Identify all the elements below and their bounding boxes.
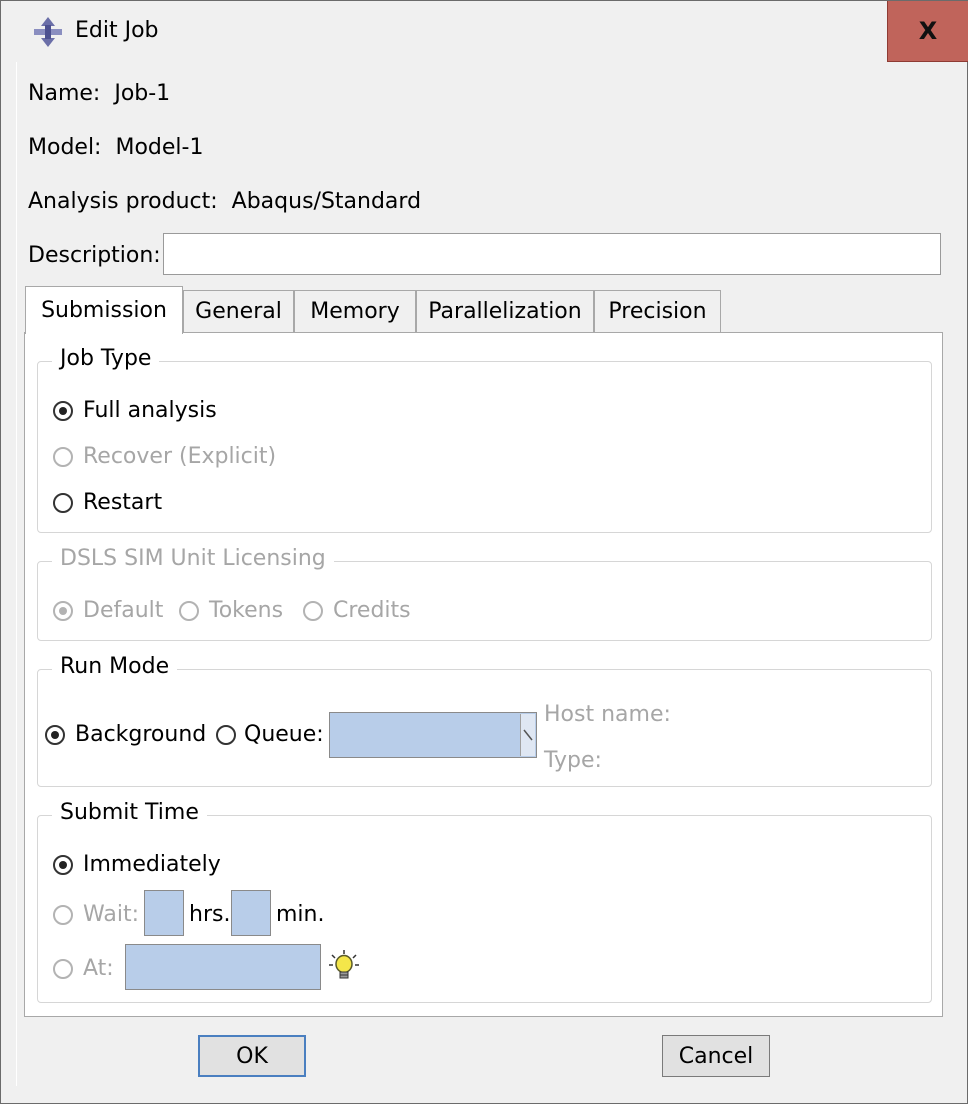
recover-explicit-option: Recover (Explicit) [53, 444, 276, 469]
queue-radio[interactable] [216, 724, 236, 745]
licensing-title: DSLS SIM Unit Licensing [52, 546, 334, 571]
license-default-option: Default [53, 598, 163, 623]
product-label: Analysis product: [28, 189, 218, 214]
tab-general[interactable]: General [183, 290, 294, 332]
tab-precision[interactable]: Precision [594, 290, 721, 332]
title-bar: Edit Job X [1, 1, 968, 63]
tab-memory[interactable]: Memory [294, 290, 416, 332]
immediately-radio[interactable] [53, 854, 73, 875]
license-default-radio [53, 600, 73, 621]
model-row: Model: Model-1 [28, 135, 203, 160]
wait-hours-input[interactable] [144, 890, 184, 936]
job-type-group: Job Type Full analysis Recover (Explicit… [37, 346, 932, 533]
recover-explicit-label: Recover (Explicit) [83, 444, 277, 469]
window-title: Edit Job [75, 18, 159, 43]
min-label: min. [276, 902, 325, 927]
license-credits-label: Credits [333, 598, 411, 623]
at-radio [53, 958, 73, 979]
at-option: At: [53, 956, 114, 981]
host-name-label: Host name: [544, 702, 671, 727]
background-option[interactable]: Background [45, 722, 206, 747]
run-mode-title: Run Mode [52, 654, 178, 679]
immediately-label: Immediately [83, 852, 221, 877]
description-row: Description: [28, 243, 161, 268]
at-time-input[interactable] [125, 944, 321, 990]
wait-option: Wait: [53, 902, 139, 927]
restart-label: Restart [83, 490, 163, 515]
tab-submission[interactable]: Submission [25, 286, 183, 334]
description-input[interactable] [163, 233, 941, 275]
background-label: Background [75, 722, 207, 747]
close-icon: X [918, 17, 938, 45]
restart-option[interactable]: Restart [53, 490, 162, 515]
full-analysis-radio[interactable] [53, 400, 73, 421]
license-credits-radio [303, 600, 323, 621]
product-value: Abaqus/Standard [231, 189, 422, 214]
name-row: Name: Job-1 [28, 81, 170, 106]
type-label: Type: [544, 748, 602, 773]
wait-label: Wait: [83, 902, 139, 927]
queue-dropdown-arrow-icon[interactable] [520, 714, 535, 756]
name-label: Name: [28, 81, 101, 106]
lightbulb-icon[interactable] [328, 949, 360, 983]
queue-label: Queue: [244, 722, 324, 747]
immediately-option[interactable]: Immediately [53, 852, 221, 877]
tab-parallelization[interactable]: Parallelization [416, 290, 594, 332]
background-radio[interactable] [45, 724, 65, 745]
restart-radio[interactable] [53, 492, 73, 513]
model-value: Model-1 [115, 135, 204, 160]
name-value: Job-1 [114, 81, 171, 106]
recover-explicit-radio [53, 446, 73, 467]
submission-panel: Job Type Full analysis Recover (Explicit… [24, 332, 943, 1017]
close-button[interactable]: X [887, 1, 968, 62]
at-label: At: [83, 956, 114, 981]
run-mode-group: Run Mode Background Queue: Host name: Ty… [37, 654, 932, 787]
license-credits-option: Credits [303, 598, 411, 623]
license-tokens-option: Tokens [179, 598, 283, 623]
job-type-title: Job Type [52, 346, 160, 371]
description-label: Description: [28, 243, 161, 268]
wait-minutes-input[interactable] [231, 890, 271, 936]
license-tokens-radio [179, 600, 199, 621]
product-row: Analysis product: Abaqus/Standard [28, 189, 421, 214]
wait-radio [53, 904, 73, 925]
model-label: Model: [28, 135, 102, 160]
queue-select[interactable] [329, 712, 537, 758]
submit-time-group: Submit Time Immediately Wait: hrs. min. … [37, 800, 932, 1003]
license-default-label: Default [83, 598, 164, 623]
queue-option[interactable]: Queue: [216, 722, 324, 747]
cancel-button[interactable]: Cancel [662, 1035, 770, 1077]
full-analysis-label: Full analysis [83, 398, 217, 423]
abaqus-app-icon [34, 17, 62, 47]
licensing-group: DSLS SIM Unit Licensing Default Tokens C… [37, 546, 932, 641]
license-tokens-label: Tokens [209, 598, 284, 623]
full-analysis-option[interactable]: Full analysis [53, 398, 217, 423]
hrs-label: hrs. [189, 902, 231, 927]
submit-time-title: Submit Time [52, 800, 207, 825]
ok-button[interactable]: OK [198, 1035, 306, 1077]
